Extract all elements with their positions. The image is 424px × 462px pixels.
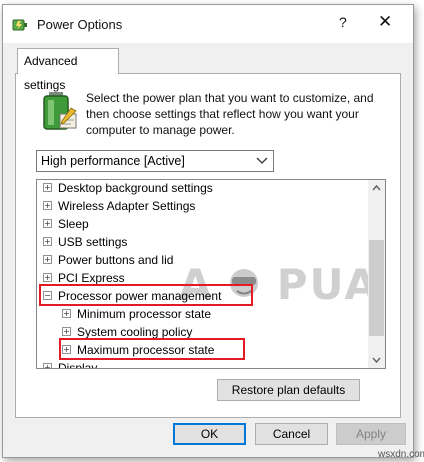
- close-button[interactable]: ✕: [378, 12, 392, 32]
- power-options-window: Power Options ? ✕ Advanced settings Sele…: [2, 4, 414, 458]
- expand-icon[interactable]: +: [43, 273, 52, 283]
- apply-button[interactable]: Apply: [336, 423, 406, 445]
- tree-item-usb-settings[interactable]: + USB settings: [43, 233, 127, 251]
- tree-item-sleep[interactable]: + Sleep: [43, 215, 89, 233]
- power-plan-dropdown[interactable]: High performance [Active]: [36, 150, 274, 172]
- scrollbar-thumb[interactable]: [369, 240, 384, 336]
- advanced-settings-panel: Select the power plan that you want to c…: [15, 73, 401, 418]
- tree-item-wireless-adapter[interactable]: + Wireless Adapter Settings: [43, 197, 195, 215]
- tree-item-label: Power buttons and lid: [58, 253, 174, 267]
- tree-scrollbar[interactable]: [368, 180, 385, 368]
- highlight-box-maximum-processor-state: [59, 338, 245, 360]
- highlight-box-processor-power-management: [39, 284, 253, 306]
- tree-item-display[interactable]: + Display: [43, 359, 98, 369]
- settings-tree[interactable]: A PUALS +Desktop background settings +Wi…: [36, 179, 386, 369]
- expand-icon[interactable]: +: [43, 183, 52, 193]
- tree-item-power-buttons[interactable]: + Power buttons and lid: [43, 251, 173, 269]
- expand-icon[interactable]: +: [43, 363, 52, 368]
- window-title: Power Options: [37, 17, 123, 32]
- help-button[interactable]: ?: [339, 14, 347, 30]
- restore-plan-defaults-button[interactable]: Restore plan defaults: [217, 379, 360, 401]
- expand-icon[interactable]: +: [62, 309, 71, 319]
- tree-item-label: Display: [58, 361, 98, 369]
- intro-text: Select the power plan that you want to c…: [86, 91, 374, 137]
- expand-icon[interactable]: +: [43, 255, 52, 265]
- tree-item-desktop-background[interactable]: + Desktop background settings: [43, 180, 213, 197]
- expand-icon[interactable]: +: [43, 219, 52, 229]
- expand-icon[interactable]: +: [62, 327, 71, 337]
- expand-icon[interactable]: +: [43, 237, 52, 247]
- tree-item-label: USB settings: [58, 235, 128, 249]
- tree-item-label: Wireless Adapter Settings: [58, 199, 196, 213]
- ok-button[interactable]: OK: [173, 423, 246, 445]
- tree-item-minimum-processor-state[interactable]: + Minimum processor state: [62, 305, 211, 323]
- site-credit: wsxdn.com: [378, 449, 424, 460]
- chevron-down-icon: [256, 157, 268, 164]
- power-options-icon: [12, 19, 27, 31]
- tree-item-label: System cooling policy: [77, 325, 193, 339]
- tab-advanced-settings[interactable]: Advanced settings: [17, 48, 119, 92]
- tree-item-label: Minimum processor state: [77, 307, 212, 321]
- tree-item-label: PCI Express: [58, 271, 125, 285]
- expand-icon[interactable]: +: [43, 201, 52, 211]
- scroll-up-icon[interactable]: [372, 184, 381, 192]
- tree-item-label: Desktop background settings: [58, 181, 213, 195]
- scroll-down-icon[interactable]: [372, 356, 381, 364]
- title-bar: Power Options ? ✕: [3, 5, 413, 43]
- tree-item-label: Sleep: [58, 217, 89, 231]
- cancel-button[interactable]: Cancel: [255, 423, 328, 445]
- power-plan-value: High performance [Active]: [41, 154, 185, 168]
